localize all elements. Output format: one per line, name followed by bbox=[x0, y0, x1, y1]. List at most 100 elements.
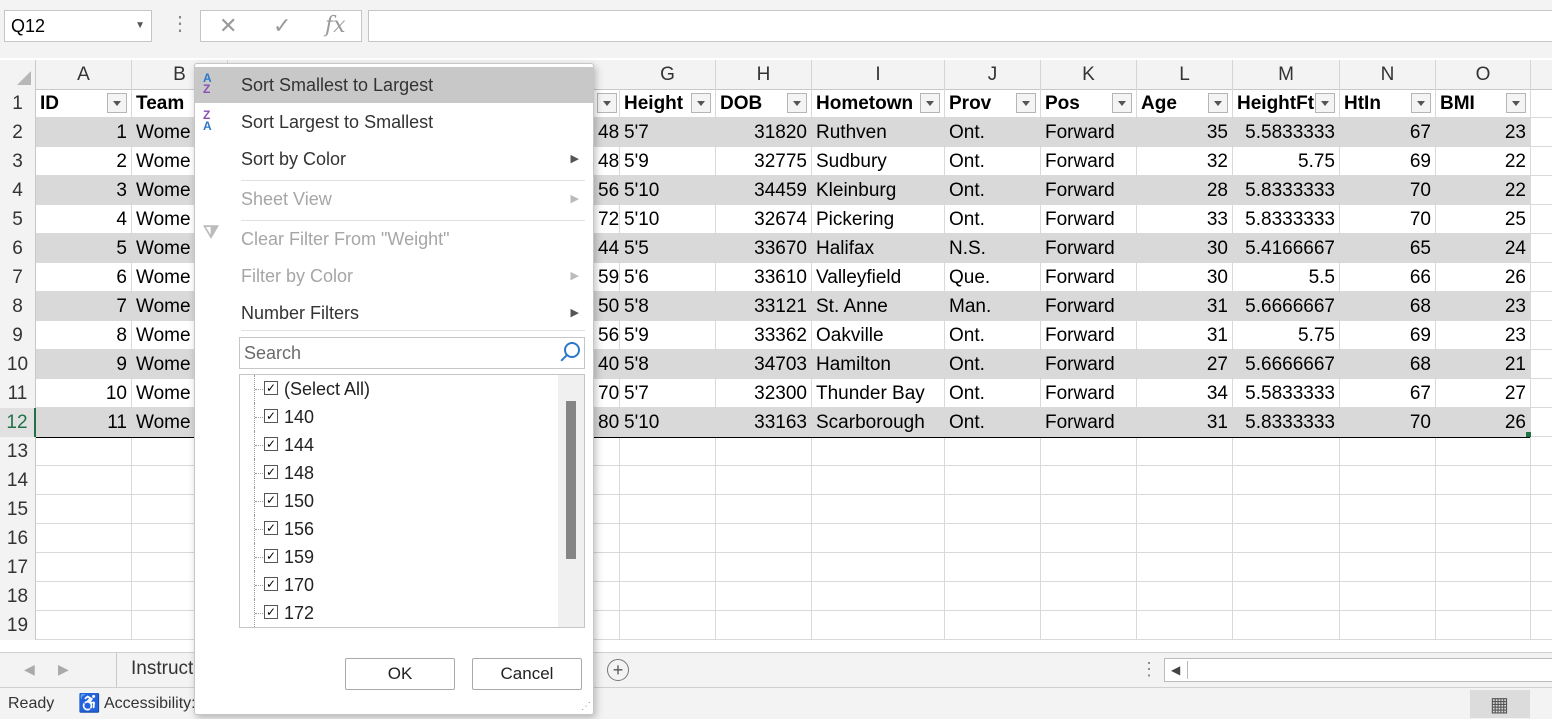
empty-cell[interactable] bbox=[1340, 553, 1436, 582]
col-header-i[interactable]: I bbox=[812, 60, 945, 89]
cell-weight[interactable]: 56 bbox=[594, 176, 620, 205]
col-header-o[interactable]: O bbox=[1436, 60, 1531, 89]
empty-cell[interactable] bbox=[1340, 524, 1436, 553]
empty-cell[interactable] bbox=[945, 495, 1041, 524]
col-header-m[interactable]: M bbox=[1233, 60, 1340, 89]
empty-cell[interactable] bbox=[36, 466, 132, 495]
cell-height[interactable]: 5'5 bbox=[620, 234, 716, 263]
empty-cell[interactable] bbox=[620, 495, 716, 524]
cell-bmi[interactable]: 21 bbox=[1436, 350, 1531, 379]
empty-cell[interactable] bbox=[1436, 582, 1531, 611]
cell-id[interactable]: 8 bbox=[36, 321, 132, 350]
cell-age[interactable]: 31 bbox=[1137, 321, 1233, 350]
cell-htin[interactable]: 67 bbox=[1340, 379, 1436, 408]
empty-cell[interactable] bbox=[1137, 611, 1233, 640]
cell-prov[interactable]: Que. bbox=[945, 263, 1041, 292]
cell-age[interactable]: 32 bbox=[1137, 147, 1233, 176]
header-cell-prov[interactable]: Prov bbox=[945, 89, 1041, 118]
cell-bmi[interactable]: 27 bbox=[1436, 379, 1531, 408]
empty-cell[interactable] bbox=[1436, 495, 1531, 524]
cell-prov[interactable]: Ont. bbox=[945, 321, 1041, 350]
empty-cell[interactable] bbox=[812, 466, 945, 495]
cell-hometown[interactable]: St. Anne bbox=[812, 292, 945, 321]
filter-by-color-item[interactable]: Filter by Color ▶ bbox=[195, 258, 593, 294]
empty-cell[interactable] bbox=[1041, 582, 1137, 611]
cell-heightft[interactable]: 5.8333333 bbox=[1233, 408, 1340, 437]
empty-cell[interactable] bbox=[1041, 437, 1137, 466]
empty-cell[interactable] bbox=[1137, 582, 1233, 611]
checkbox-checked-icon[interactable]: ✓ bbox=[264, 437, 278, 451]
row-number[interactable]: 10 bbox=[0, 350, 36, 379]
empty-cell[interactable] bbox=[1233, 553, 1340, 582]
sort-by-color-item[interactable]: Sort by Color ▶ bbox=[195, 141, 593, 177]
col-header-n[interactable]: N bbox=[1340, 60, 1436, 89]
cell-pos[interactable]: Forward bbox=[1041, 234, 1137, 263]
empty-cell[interactable] bbox=[716, 437, 812, 466]
empty-cell[interactable] bbox=[1233, 495, 1340, 524]
cell-id[interactable]: 7 bbox=[36, 292, 132, 321]
add-sheet-icon[interactable]: + bbox=[607, 659, 629, 681]
empty-cell[interactable] bbox=[945, 553, 1041, 582]
cell-htin[interactable]: 65 bbox=[1340, 234, 1436, 263]
more-options-icon[interactable]: ⋮ bbox=[170, 14, 190, 34]
cell-htin[interactable]: 70 bbox=[1340, 408, 1436, 437]
empty-cell[interactable] bbox=[36, 553, 132, 582]
filter-dropdown-icon[interactable] bbox=[1506, 93, 1526, 113]
header-cell-dob[interactable]: DOB bbox=[716, 89, 812, 118]
cell-height[interactable]: 5'8 bbox=[620, 350, 716, 379]
empty-cell[interactable] bbox=[812, 495, 945, 524]
header-cell-weight[interactable] bbox=[594, 89, 620, 118]
filter-value-item[interactable]: ✓ 159 bbox=[240, 543, 560, 571]
cell-age[interactable]: 30 bbox=[1137, 234, 1233, 263]
cell-pos[interactable]: Forward bbox=[1041, 350, 1137, 379]
row-number[interactable]: 15 bbox=[0, 495, 36, 524]
more-options-icon[interactable]: ⋮ bbox=[1140, 659, 1158, 680]
empty-cell[interactable] bbox=[1137, 553, 1233, 582]
scroll-left-icon[interactable]: ◀ bbox=[1171, 663, 1180, 677]
cell-prov[interactable]: Ont. bbox=[945, 118, 1041, 147]
empty-cell[interactable] bbox=[945, 582, 1041, 611]
sheet-view-item[interactable]: Sheet View ▶ bbox=[195, 181, 593, 217]
filter-search-input[interactable]: Search bbox=[239, 337, 585, 369]
empty-cell[interactable] bbox=[1137, 466, 1233, 495]
cell-weight[interactable]: 70 bbox=[594, 379, 620, 408]
row-number[interactable]: 5 bbox=[0, 205, 36, 234]
filter-value-item[interactable]: ✓ 170 bbox=[240, 571, 560, 599]
row-number[interactable]: 13 bbox=[0, 437, 36, 466]
cell-pos[interactable]: Forward bbox=[1041, 176, 1137, 205]
sort-ascending-item[interactable]: AZ Sort Smallest to Largest bbox=[195, 67, 593, 103]
cell-bmi[interactable]: 23 bbox=[1436, 321, 1531, 350]
filter-value-item[interactable]: ✓ 172 bbox=[240, 599, 560, 627]
empty-cell[interactable] bbox=[812, 437, 945, 466]
empty-cell[interactable] bbox=[945, 466, 1041, 495]
empty-cell[interactable] bbox=[812, 611, 945, 640]
check-icon[interactable]: ✓ bbox=[273, 13, 291, 39]
header-cell-heightft[interactable]: HeightFt bbox=[1233, 89, 1340, 118]
cell-hometown[interactable]: Scarborough bbox=[812, 408, 945, 437]
empty-cell[interactable] bbox=[716, 582, 812, 611]
col-header-a[interactable]: A bbox=[36, 60, 132, 89]
filter-dropdown-icon[interactable] bbox=[1016, 93, 1036, 113]
cell-weight[interactable]: 44 bbox=[594, 234, 620, 263]
empty-cell[interactable] bbox=[945, 524, 1041, 553]
checkbox-checked-icon[interactable]: ✓ bbox=[264, 549, 278, 563]
ok-button[interactable]: OK bbox=[345, 658, 455, 690]
row-number[interactable]: 19 bbox=[0, 611, 36, 640]
cell-prov[interactable]: Ont. bbox=[945, 176, 1041, 205]
empty-cell[interactable] bbox=[812, 524, 945, 553]
cell-pos[interactable]: Forward bbox=[1041, 205, 1137, 234]
cell-dob[interactable]: 34459 bbox=[716, 176, 812, 205]
header-cell-id[interactable]: ID bbox=[36, 89, 132, 118]
row-number[interactable]: 17 bbox=[0, 553, 36, 582]
filter-dropdown-icon[interactable] bbox=[691, 93, 711, 113]
empty-cell[interactable] bbox=[1137, 437, 1233, 466]
checkbox-checked-icon[interactable]: ✓ bbox=[264, 605, 278, 619]
row-number[interactable]: 14 bbox=[0, 466, 36, 495]
empty-cell[interactable] bbox=[716, 524, 812, 553]
cell-hometown[interactable]: Hamilton bbox=[812, 350, 945, 379]
cell-dob[interactable]: 33362 bbox=[716, 321, 812, 350]
empty-cell[interactable] bbox=[716, 553, 812, 582]
col-header-l[interactable]: L bbox=[1137, 60, 1233, 89]
cell-age[interactable]: 30 bbox=[1137, 263, 1233, 292]
cell-height[interactable]: 5'7 bbox=[620, 379, 716, 408]
